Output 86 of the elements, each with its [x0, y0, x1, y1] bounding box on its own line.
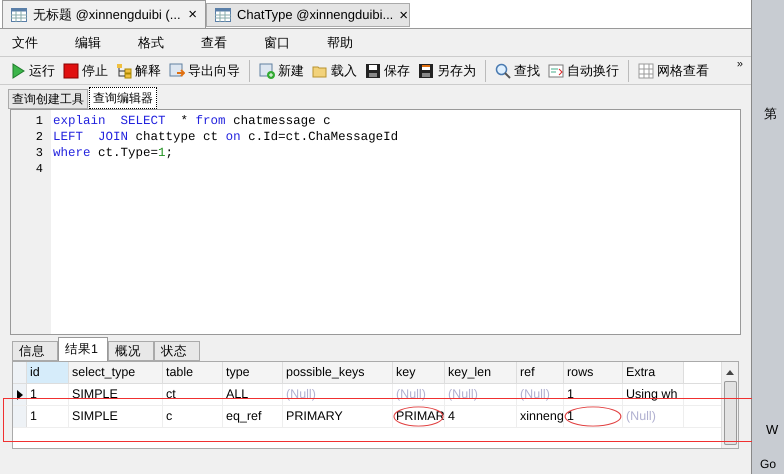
code-line: LEFT JOIN chattype ct on c.Id=ct.ChaMessageId — [53, 130, 398, 144]
close-icon[interactable]: × — [188, 7, 197, 22]
toolbar-button[interactable]: 另存为 — [416, 58, 478, 82]
play-icon — [10, 62, 26, 78]
floppy-icon — [365, 62, 381, 78]
column-header[interactable]: table — [163, 362, 223, 383]
tab-title: 无标题 @xinnengduibi (... — [33, 6, 182, 24]
document-tab[interactable]: 无标题 @xinnengduibi (... × — [2, 0, 206, 28]
tab-title: ChatType @xinnengduibi... — [237, 6, 394, 24]
cell-text: 1 — [30, 408, 37, 426]
grid-icon — [638, 62, 654, 78]
column-header[interactable]: ref — [517, 362, 564, 383]
toolbar-button[interactable]: 导出向导 — [167, 58, 242, 82]
cell-text: (Null) — [520, 386, 550, 404]
line-number: 1 — [34, 113, 44, 129]
stop-icon — [63, 62, 79, 78]
table-icon — [215, 8, 231, 22]
pointer-icon — [16, 390, 22, 400]
table-icon — [11, 8, 27, 22]
toolbar-button[interactable]: 网格查看 — [636, 58, 711, 82]
table-add-icon — [259, 62, 275, 78]
text-wrap-icon — [548, 62, 564, 78]
cell-text: (Null) — [626, 408, 656, 426]
cell-text: PRIMARY — [286, 408, 343, 426]
document-tab[interactable]: ChatType @xinnengduibi... × — [206, 3, 410, 27]
cell-text: xinneng — [520, 408, 563, 426]
cell-text: eq_ref — [226, 408, 262, 426]
table-export-icon — [169, 62, 185, 78]
search-icon — [495, 62, 511, 78]
editor-tab[interactable]: 查询编辑器 — [89, 87, 157, 109]
toolbar-button[interactable]: 解释 — [114, 58, 163, 82]
result-tab[interactable]: 信息 — [12, 341, 58, 361]
background-text: Go — [760, 458, 776, 470]
cell-text: ct — [166, 386, 176, 404]
menu-item[interactable]: 窗口 — [252, 32, 302, 52]
toolbar-button[interactable]: 新建 — [257, 58, 306, 82]
column-header[interactable]: select_type — [69, 362, 163, 383]
result-tab[interactable]: 概况 — [108, 341, 154, 361]
overflow-button[interactable]: » — [736, 59, 743, 70]
line-number: 2 — [34, 129, 44, 145]
cell-text: ALL — [226, 386, 248, 404]
cell-text: c — [166, 408, 172, 426]
scrollbar[interactable] — [721, 362, 738, 448]
menu-item[interactable]: 查看 — [189, 32, 239, 52]
cell-text: Using wh — [626, 386, 678, 404]
column-header[interactable]: type — [223, 362, 283, 383]
cell-text: 1 — [567, 386, 574, 404]
line-number: 4 — [34, 161, 44, 177]
background-text: W — [766, 421, 778, 439]
toolbar-button[interactable]: 载入 — [310, 58, 359, 82]
result-tab[interactable]: 状态 — [154, 341, 200, 361]
scroll-up-icon — [726, 370, 734, 375]
result-tab[interactable]: 结果1 — [58, 337, 108, 361]
scroll-thumb[interactable] — [724, 381, 736, 445]
cell-text: 4 — [448, 408, 455, 426]
cell-text: (Null) — [396, 386, 426, 404]
column-header[interactable]: possible_keys — [283, 362, 393, 383]
cell-text: 1 — [567, 408, 574, 426]
cell-text: 1 — [30, 386, 37, 404]
toolbar-button[interactable]: 自动换行 — [546, 58, 621, 82]
diagram-icon — [116, 62, 132, 78]
menu-item[interactable]: 文件 — [0, 32, 50, 52]
menu-item[interactable]: 帮助 — [315, 32, 365, 52]
cell-text: SIMPLE — [72, 386, 118, 404]
column-header[interactable]: key_len — [445, 362, 517, 383]
code-line: where ct.Type=1; — [53, 146, 174, 160]
cell-text: SIMPLE — [72, 408, 118, 426]
floppy-icon — [418, 62, 434, 78]
column-header[interactable]: rows — [564, 362, 623, 383]
cell-text: (Null) — [286, 386, 316, 404]
toolbar-button[interactable]: 停止 — [61, 58, 110, 82]
cell-text: (Null) — [448, 386, 478, 404]
background-text: 第 — [764, 105, 777, 123]
column-header[interactable]: key — [393, 362, 445, 383]
toolbar-button[interactable]: 运行 — [8, 58, 57, 82]
menu-item[interactable]: 格式 — [126, 32, 176, 52]
code-line: explain SELECT * from chatmessage c — [53, 114, 331, 128]
column-header[interactable]: id — [27, 362, 69, 383]
line-number: 3 — [34, 145, 44, 161]
column-header[interactable]: Extra — [623, 362, 684, 383]
editor-tab[interactable]: 查询创建工具 — [8, 89, 88, 109]
toolbar-button[interactable]: 保存 — [363, 58, 412, 82]
close-icon[interactable]: × — [399, 8, 408, 22]
row-pointer[interactable] — [13, 384, 27, 405]
toolbar-button[interactable]: 查找 — [493, 58, 542, 82]
menu-item[interactable]: 编辑 — [63, 32, 113, 52]
